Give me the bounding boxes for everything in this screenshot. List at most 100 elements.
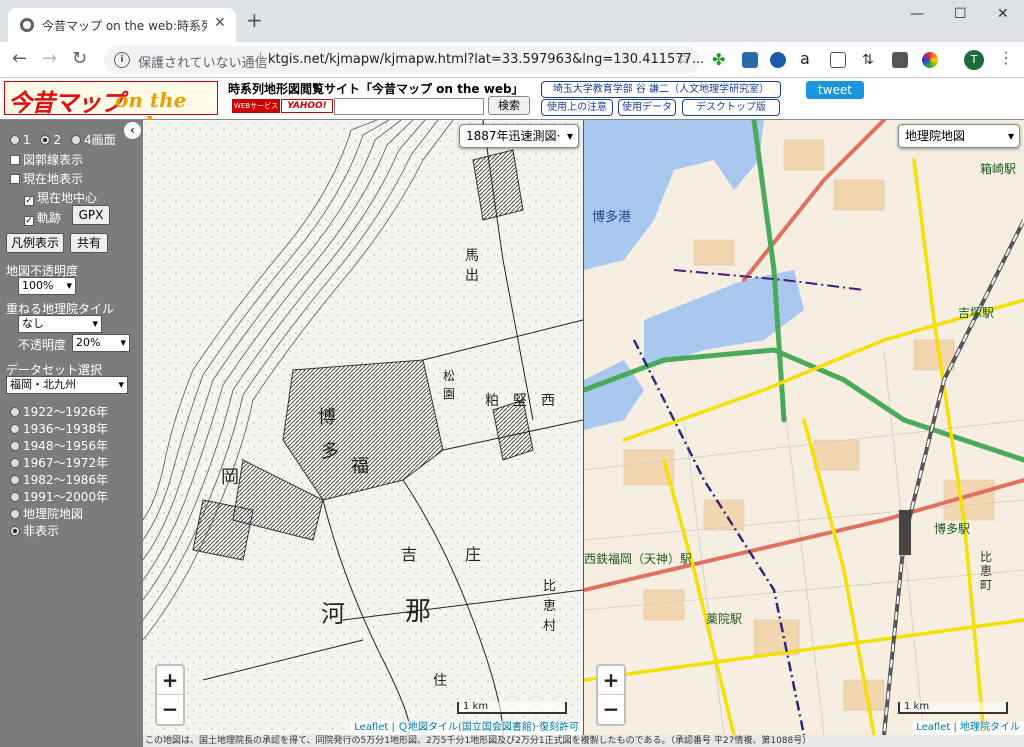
- screen-2-label: 2: [53, 133, 62, 147]
- search-button[interactable]: 検索: [488, 96, 530, 115]
- era-radio[interactable]: [10, 407, 20, 417]
- data-used-link[interactable]: 使用データ: [618, 99, 676, 116]
- close-window-button[interactable]: ✕: [997, 6, 1009, 22]
- tweet-button[interactable]: tweet: [806, 81, 864, 99]
- grid-lines-row[interactable]: 図郭線表示: [10, 151, 83, 168]
- reload-icon[interactable]: ↻: [72, 48, 87, 69]
- color-extension-icon[interactable]: [922, 52, 938, 68]
- era-option[interactable]: 1936～1938年: [10, 420, 108, 437]
- book-extension-icon[interactable]: [830, 52, 846, 68]
- center-current-checkbox[interactable]: ✓: [24, 196, 34, 206]
- historical-map-pane[interactable]: 博 多 福 岡 吉 那 河 庄 住 西 堅 粕 馬 出 松 園 比 恵 村 18…: [143, 120, 583, 735]
- tenjin-station-label: 西鉄福岡（天神）駅: [584, 552, 693, 566]
- gpx-button[interactable]: GPX: [72, 205, 110, 225]
- svg-text:河: 河: [321, 600, 345, 628]
- desktop-version-link[interactable]: デスクトップ版: [682, 99, 780, 116]
- s-extension-icon[interactable]: [742, 52, 758, 68]
- yakuin-station-label: 薬院駅: [706, 612, 743, 626]
- place-search-input[interactable]: [334, 98, 484, 115]
- minor-streets: [584, 349, 1024, 735]
- legend-button[interactable]: 凡例表示: [6, 233, 64, 253]
- era-option[interactable]: 1967～1972年: [10, 454, 108, 471]
- tab-close-icon[interactable]: ✕: [214, 15, 226, 31]
- url-text[interactable]: ktgis.net/kjmapw/kjmapw.html?lat=33.5979…: [268, 52, 704, 67]
- modern-map-canvas: [584, 120, 1024, 735]
- yahoo-badge[interactable]: YAHOO!: [281, 99, 333, 113]
- overlay-select[interactable]: なし: [18, 315, 102, 333]
- svg-text:馬: 馬: [465, 248, 479, 264]
- era-option[interactable]: 1982～1986年: [10, 471, 108, 488]
- new-tab-button[interactable]: +: [246, 10, 263, 30]
- current-location-checkbox[interactable]: [10, 174, 20, 184]
- collapse-sidebar-icon[interactable]: ‹: [124, 122, 141, 139]
- building-blocks: [623, 139, 995, 711]
- overlay-opacity-label: 不透明度: [18, 338, 67, 352]
- overlay-opacity-select[interactable]: 20%: [72, 334, 130, 352]
- era-option[interactable]: 地理院地図: [10, 505, 83, 522]
- modern-attribution[interactable]: Leaflet | 地理院タイル: [912, 721, 1024, 735]
- zoom-out-button[interactable]: −: [598, 695, 624, 724]
- track-row[interactable]: ✓ 軌跡: [24, 209, 61, 226]
- svg-text:粕: 粕: [485, 393, 499, 409]
- minimize-button[interactable]: —: [910, 6, 924, 22]
- zoom-in-button[interactable]: +: [598, 666, 624, 695]
- era-label: 地理院地図: [23, 507, 84, 521]
- era-radio[interactable]: [10, 458, 20, 468]
- era-radio[interactable]: [10, 526, 20, 536]
- usage-notes-link[interactable]: 使用上の注意: [541, 99, 613, 116]
- era-option[interactable]: 非表示: [10, 522, 59, 539]
- modern-scale-bar: 1 km: [898, 702, 1008, 714]
- screen-count-options: 1 2 4画面: [10, 131, 116, 148]
- era-radio[interactable]: [10, 492, 20, 502]
- forward-arrow-icon[interactable]: →: [42, 48, 57, 69]
- translate-extension-icon[interactable]: ⇅: [862, 52, 878, 68]
- grid-lines-checkbox[interactable]: [10, 155, 20, 165]
- screen-4-label: 4画面: [83, 133, 116, 147]
- svg-text:出: 出: [465, 268, 479, 284]
- diamond-extension-icon[interactable]: [770, 52, 786, 68]
- screen-1-radio[interactable]: [10, 135, 20, 145]
- era-radio[interactable]: [10, 441, 20, 451]
- dataset-select[interactable]: 福岡・北九州: [6, 376, 128, 394]
- era-option[interactable]: 1922～1926年: [10, 403, 108, 420]
- maximize-button[interactable]: ☐: [954, 6, 967, 22]
- era-radio[interactable]: [10, 509, 20, 519]
- tab-title: 今昔マップ on the web:時系列地形: [42, 19, 207, 33]
- era-label: 1948～1956年: [23, 439, 109, 453]
- l-extension-icon[interactable]: [892, 52, 908, 68]
- browser-tab[interactable]: 今昔マップ on the web:時系列地形 ✕: [8, 8, 236, 42]
- current-location-row[interactable]: 現在地表示: [10, 170, 83, 187]
- clover-extension-icon[interactable]: ✤: [712, 52, 728, 68]
- historical-map-selector[interactable]: 1887年迅速測図·: [459, 124, 579, 148]
- svg-text:庄: 庄: [465, 545, 481, 564]
- screen-4-radio[interactable]: [70, 135, 81, 145]
- grid-lines-label: 図郭線表示: [23, 153, 84, 167]
- era-label: 非表示: [23, 524, 60, 538]
- info-icon[interactable]: i: [114, 52, 130, 68]
- profile-avatar[interactable]: T: [964, 50, 984, 70]
- zoom-in-button[interactable]: +: [157, 666, 183, 695]
- era-radio[interactable]: [10, 424, 20, 434]
- era-option[interactable]: 1948～1956年: [10, 437, 108, 454]
- track-checkbox[interactable]: ✓: [24, 216, 34, 226]
- era-radio[interactable]: [10, 475, 20, 485]
- opacity-select[interactable]: 100%: [18, 277, 76, 295]
- webservice-badge[interactable]: WEBサービス: [232, 99, 280, 113]
- historical-attribution[interactable]: Leaflet | Ｑ地図タイル(国立国会図書館)·復刻許可: [350, 721, 583, 735]
- back-arrow-icon[interactable]: ←: [12, 48, 27, 69]
- zoom-out-button[interactable]: −: [157, 695, 183, 724]
- share-button[interactable]: 共有: [70, 233, 108, 253]
- site-logo[interactable]: 今昔マップ on the web: [4, 81, 218, 136]
- svg-text:那: 那: [405, 597, 431, 627]
- browser-menu-icon[interactable]: ⋮: [998, 48, 1014, 67]
- amazon-extension-icon[interactable]: a: [800, 51, 816, 68]
- bookmark-star-icon[interactable]: ☆: [676, 49, 691, 69]
- screen-2-radio[interactable]: [40, 135, 51, 145]
- era-option[interactable]: 1991～2000年: [10, 488, 108, 505]
- modern-map-pane[interactable]: 博多港 箱崎駅 吉塚駅 博多駅 西鉄福岡（天神）駅 薬院駅 比恵町 地理院地図 …: [584, 120, 1024, 735]
- omnibox[interactable]: i 保護されていない通信 ktgis.net/kjmapw/kjmapw.htm…: [104, 46, 704, 74]
- center-current-row[interactable]: ✓ 現在地中心: [24, 189, 97, 206]
- modern-map-selector[interactable]: 地理院地図: [898, 124, 1020, 148]
- globe-icon: [20, 18, 34, 32]
- author-link[interactable]: 埼玉大学教育学部 谷 謙二（人文地理学研究室）: [541, 81, 781, 98]
